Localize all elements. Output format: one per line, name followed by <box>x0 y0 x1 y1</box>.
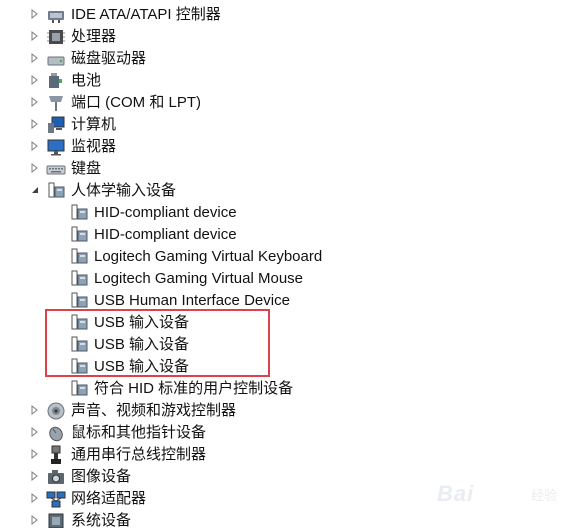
tree-item-hid-device[interactable]: HID-compliant device <box>0 202 520 224</box>
hid-device-icon <box>69 269 89 289</box>
watermark-logo: Bai 经验 <box>437 475 559 515</box>
tree-item-label: 人体学输入设备 <box>71 182 177 199</box>
system-device-icon <box>46 511 66 528</box>
expand-arrow-icon[interactable] <box>30 404 40 416</box>
ide-controller-icon <box>46 5 66 25</box>
mouse-icon <box>46 423 66 443</box>
processor-icon <box>46 27 66 47</box>
battery-icon <box>46 71 66 91</box>
expand-arrow-icon[interactable] <box>30 426 40 438</box>
watermark-subtext: 经验 <box>530 488 557 503</box>
tree-item-ide-controller[interactable]: IDE ATA/ATAPI 控制器 <box>0 4 520 26</box>
tree-item-keyboard[interactable]: 键盘 <box>0 158 520 180</box>
expand-arrow-icon[interactable] <box>30 514 40 526</box>
tree-item-label: 端口 (COM 和 LPT) <box>71 94 201 111</box>
sound-icon <box>46 401 66 421</box>
hid-device-icon <box>69 203 89 223</box>
tree-item-label: 计算机 <box>71 116 117 133</box>
watermark-text: Bai <box>437 481 475 506</box>
tree-item-usb-controller[interactable]: 通用串行总线控制器 <box>0 444 520 466</box>
expand-arrow-icon[interactable] <box>30 162 40 174</box>
tree-item-label: 监视器 <box>71 138 117 155</box>
camera-icon <box>46 467 66 487</box>
tree-item-hid-consumer-control[interactable]: 符合 HID 标准的用户控制设备 <box>0 378 520 400</box>
network-adapter-icon <box>46 489 66 509</box>
hid-device-icon <box>69 247 89 267</box>
tree-item-label: 鼠标和其他指针设备 <box>71 424 207 441</box>
keyboard-icon <box>46 159 66 179</box>
collapse-arrow-icon[interactable] <box>30 184 40 196</box>
hid-icon <box>46 181 66 201</box>
tree-item-label: Logitech Gaming Virtual Mouse <box>94 270 304 287</box>
tree-item-label: IDE ATA/ATAPI 控制器 <box>71 6 221 23</box>
device-manager-tree: IDE ATA/ATAPI 控制器 处理器 磁盘驱动器 电池 端口 (COM 和… <box>0 0 564 528</box>
expand-arrow-icon[interactable] <box>30 492 40 504</box>
expand-arrow-icon[interactable] <box>30 140 40 152</box>
usb-controller-icon <box>46 445 66 465</box>
tree-item-computer[interactable]: 计算机 <box>0 114 520 136</box>
expand-arrow-icon[interactable] <box>30 30 40 42</box>
tree-item-hid-category[interactable]: 人体学输入设备 <box>0 180 520 202</box>
highlight-box <box>45 309 270 377</box>
expand-arrow-icon[interactable] <box>30 74 40 86</box>
expand-arrow-icon[interactable] <box>30 96 40 108</box>
tree-item-hid-device[interactable]: HID-compliant device <box>0 224 520 246</box>
tree-item-mouse[interactable]: 鼠标和其他指针设备 <box>0 422 520 444</box>
tree-item-processor[interactable]: 处理器 <box>0 26 520 48</box>
hid-device-icon <box>69 225 89 245</box>
tree-item-label: 系统设备 <box>71 512 132 528</box>
tree-item-battery[interactable]: 电池 <box>0 70 520 92</box>
port-icon <box>46 93 66 113</box>
tree-item-label: HID-compliant device <box>94 204 237 221</box>
tree-item-hid-device[interactable]: Logitech Gaming Virtual Mouse <box>0 268 520 290</box>
tree-item-label: 网络适配器 <box>71 490 147 507</box>
tree-item-label: 处理器 <box>71 28 117 45</box>
tree-item-label: 磁盘驱动器 <box>71 50 147 67</box>
tree-item-label: HID-compliant device <box>94 226 237 243</box>
computer-icon <box>46 115 66 135</box>
tree-item-label: 键盘 <box>71 160 102 177</box>
expand-arrow-icon[interactable] <box>30 470 40 482</box>
expand-arrow-icon[interactable] <box>30 8 40 20</box>
tree-item-port[interactable]: 端口 (COM 和 LPT) <box>0 92 520 114</box>
tree-item-label: Logitech Gaming Virtual Keyboard <box>94 248 323 265</box>
tree-item-sound[interactable]: 声音、视频和游戏控制器 <box>0 400 520 422</box>
tree-item-hid-device[interactable]: Logitech Gaming Virtual Keyboard <box>0 246 520 268</box>
hid-device-icon <box>69 379 89 399</box>
tree-item-label: 通用串行总线控制器 <box>71 446 207 463</box>
tree-item-disk-drive[interactable]: 磁盘驱动器 <box>0 48 520 70</box>
tree-item-label: 声音、视频和游戏控制器 <box>71 402 237 419</box>
expand-arrow-icon[interactable] <box>30 52 40 64</box>
tree-item-label: 图像设备 <box>71 468 132 485</box>
tree-item-label: USB Human Interface Device <box>94 292 290 309</box>
expand-arrow-icon[interactable] <box>30 118 40 130</box>
disk-drive-icon <box>46 49 66 69</box>
tree-item-label: 电池 <box>71 72 102 89</box>
hid-device-icon <box>69 291 89 311</box>
monitor-icon <box>46 137 66 157</box>
tree-item-label: 符合 HID 标准的用户控制设备 <box>94 380 294 397</box>
expand-arrow-icon[interactable] <box>30 448 40 460</box>
tree-item-monitor[interactable]: 监视器 <box>0 136 520 158</box>
